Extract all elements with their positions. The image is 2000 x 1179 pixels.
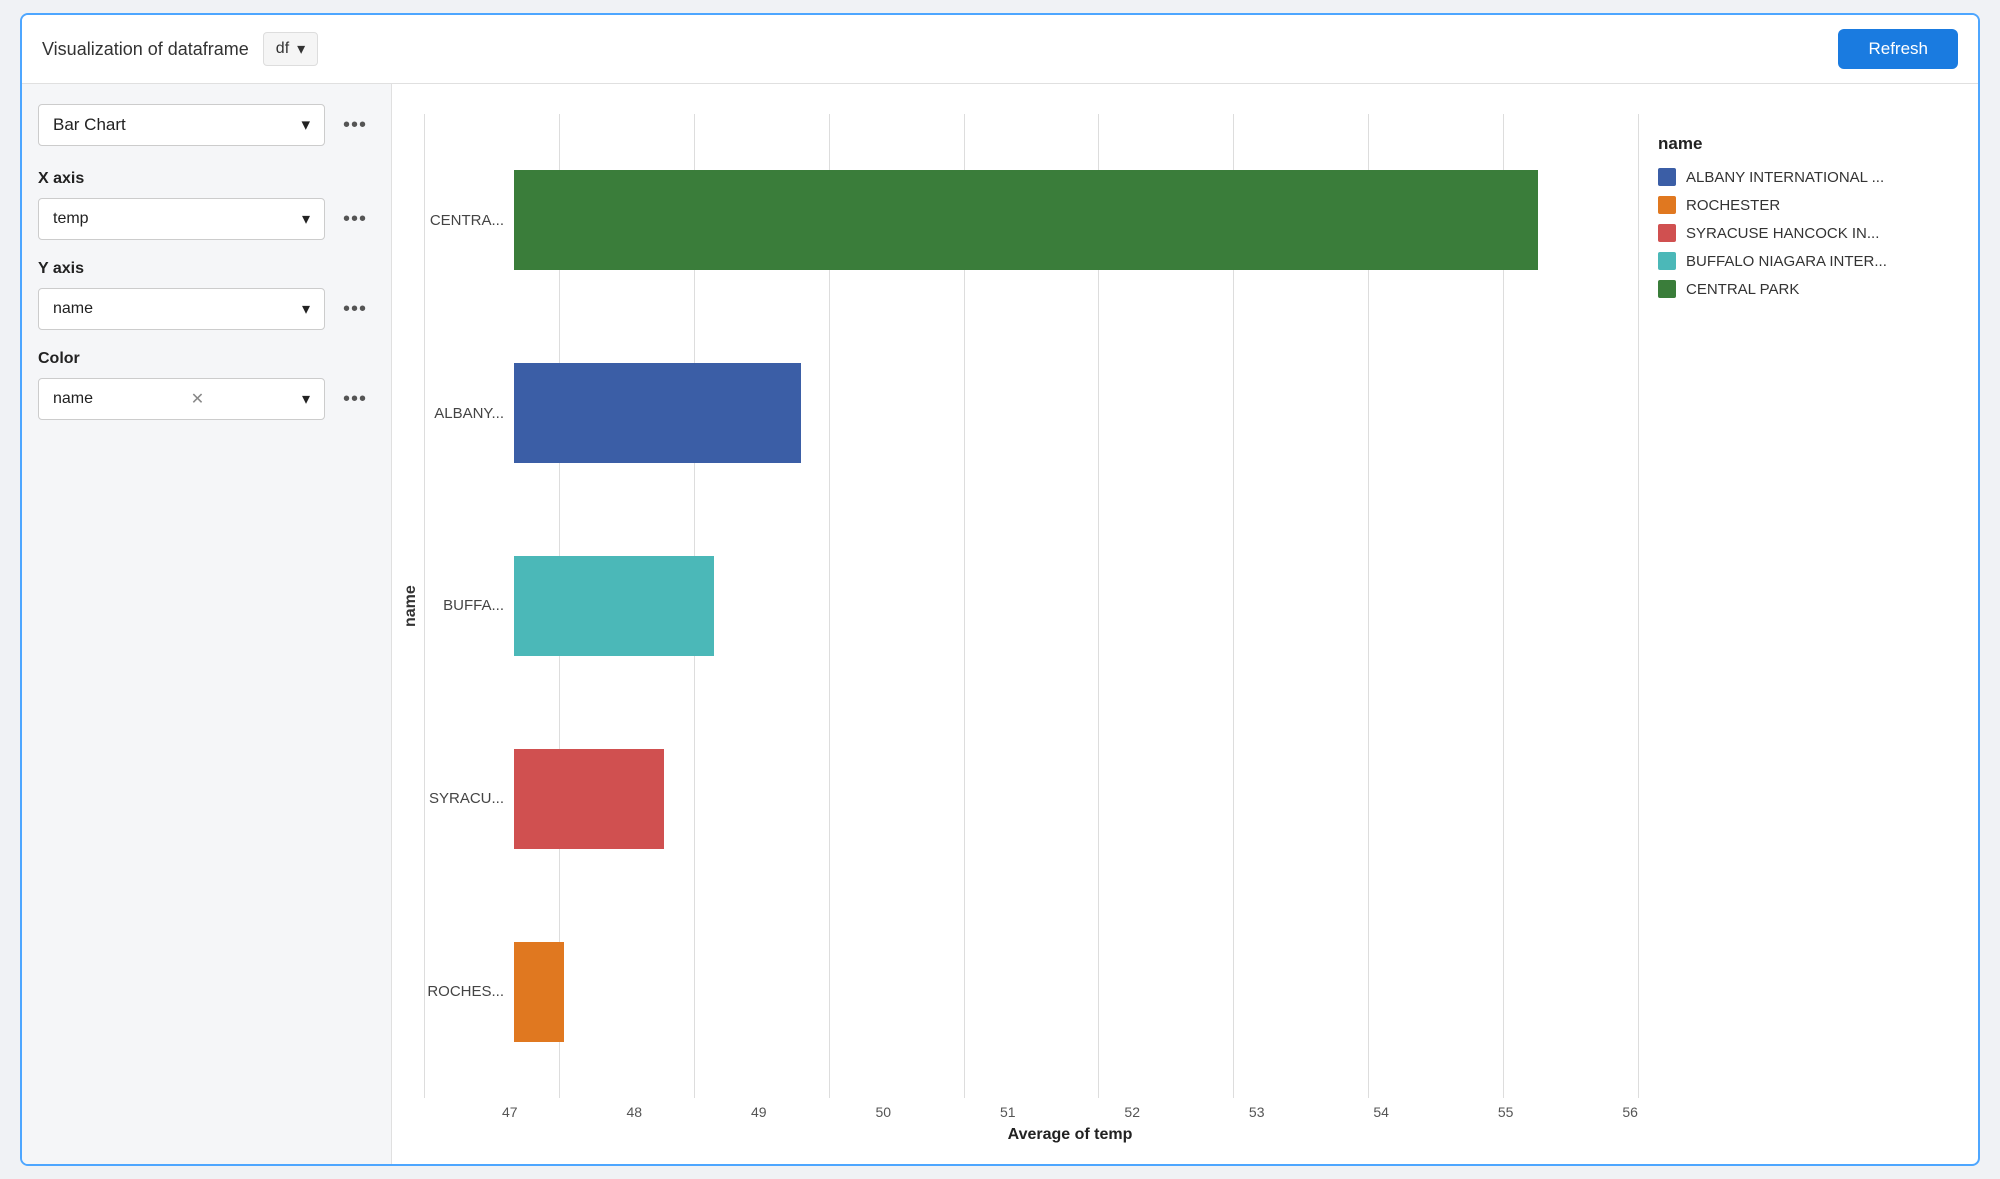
bar-label: SYRACU... — [424, 790, 514, 807]
bar-container — [514, 749, 1638, 849]
color-clear-button[interactable]: ✕ — [191, 389, 204, 409]
bar-row: SYRACU... — [424, 734, 1638, 864]
x-tick-label: 48 — [626, 1104, 642, 1120]
y-axis-select[interactable]: name ▾ — [38, 288, 325, 330]
x-axis-title: Average of temp — [502, 1126, 1638, 1144]
chart-inner: name CENTRA... ALBANY... BUFFA... SYRACU...… — [402, 114, 1638, 1098]
legend-item-label: BUFFALO NIAGARA INTER... — [1686, 253, 1887, 270]
bar-label: ALBANY... — [424, 405, 514, 422]
chart-body: name CENTRA... ALBANY... BUFFA... SYRACU...… — [402, 114, 1638, 1144]
bar-container — [514, 363, 1638, 463]
bar — [514, 749, 664, 849]
legend-item: ALBANY INTERNATIONAL ... — [1658, 168, 1938, 186]
bar-label: BUFFA... — [424, 597, 514, 614]
x-tick-label: 49 — [751, 1104, 767, 1120]
x-axis-options-button[interactable]: ••• — [335, 202, 375, 237]
main-layout: Bar Chart ▾ ••• X axis temp ▾ ••• Y axi — [22, 84, 1978, 1164]
chart-type-options-button[interactable]: ••• — [335, 108, 375, 143]
header: Visualization of dataframe df ▾ Refresh — [22, 15, 1978, 84]
color-options-button[interactable]: ••• — [335, 382, 375, 417]
chevron-down-icon: ▾ — [302, 209, 310, 229]
x-tick-label: 55 — [1498, 1104, 1514, 1120]
legend-item-label: CENTRAL PARK — [1686, 281, 1799, 298]
x-axis-row: temp ▾ ••• — [38, 198, 375, 240]
visualization-title: Visualization of dataframe — [42, 39, 249, 60]
bar — [514, 170, 1538, 270]
legend-item: CENTRAL PARK — [1658, 280, 1938, 298]
chart-plot: CENTRA... ALBANY... BUFFA... SYRACU... ROCHE… — [424, 114, 1638, 1098]
y-axis-options-button[interactable]: ••• — [335, 292, 375, 327]
bar — [514, 363, 801, 463]
legend-color-swatch — [1658, 168, 1676, 186]
x-tick-label: 50 — [875, 1104, 891, 1120]
bar-row: CENTRA... — [424, 155, 1638, 285]
bar-row: ALBANY... — [424, 348, 1638, 478]
y-axis-label: Y axis — [38, 260, 375, 278]
legend-item-label: SYRACUSE HANCOCK IN... — [1686, 225, 1879, 242]
chevron-down-icon: ▾ — [302, 389, 310, 409]
legend-color-swatch — [1658, 224, 1676, 242]
color-section: Color name ✕ ▾ ••• — [38, 350, 375, 420]
chart-area: name CENTRA... ALBANY... BUFFA... SYRACU...… — [392, 84, 1978, 1164]
chart-wrapper: name CENTRA... ALBANY... BUFFA... SYRACU...… — [402, 114, 1958, 1144]
color-value: name — [53, 390, 93, 408]
df-select-value: df — [276, 40, 289, 58]
y-axis-section: Y axis name ▾ ••• — [38, 260, 375, 330]
sidebar: Bar Chart ▾ ••• X axis temp ▾ ••• Y axi — [22, 84, 392, 1164]
legend-color-swatch — [1658, 252, 1676, 270]
x-tick-label: 53 — [1249, 1104, 1265, 1120]
chevron-down-icon: ▾ — [297, 39, 305, 59]
x-tick-label: 51 — [1000, 1104, 1016, 1120]
x-tick-label: 47 — [502, 1104, 518, 1120]
x-axis-section: X axis temp ▾ ••• — [38, 170, 375, 240]
x-axis-area: 47 48 49 50 51 52 53 54 55 56 — [502, 1098, 1638, 1120]
chevron-down-icon: ▾ — [302, 299, 310, 319]
bar-container — [514, 942, 1638, 1042]
app-container: Visualization of dataframe df ▾ Refresh … — [20, 13, 1980, 1166]
color-row: name ✕ ▾ ••• — [38, 378, 375, 420]
legend-item-label: ALBANY INTERNATIONAL ... — [1686, 169, 1884, 186]
y-axis-value: name — [53, 300, 93, 318]
bar-label: CENTRA... — [424, 212, 514, 229]
color-label: Color — [38, 350, 375, 368]
legend-item: ROCHESTER — [1658, 196, 1938, 214]
bar — [514, 942, 564, 1042]
legend-title: name — [1658, 134, 1938, 154]
x-tick-label: 52 — [1124, 1104, 1140, 1120]
legend-color-swatch — [1658, 196, 1676, 214]
legend-color-swatch — [1658, 280, 1676, 298]
bar-container — [514, 170, 1638, 270]
legend-item: BUFFALO NIAGARA INTER... — [1658, 252, 1938, 270]
legend: name ALBANY INTERNATIONAL ... ROCHESTER SY… — [1638, 114, 1958, 1144]
x-axis-select[interactable]: temp ▾ — [38, 198, 325, 240]
x-axis-value: temp — [53, 210, 89, 228]
x-tick-label: 54 — [1373, 1104, 1389, 1120]
x-tick-label: 56 — [1622, 1104, 1638, 1120]
legend-item-label: ROCHESTER — [1686, 197, 1780, 214]
refresh-button[interactable]: Refresh — [1838, 29, 1958, 69]
x-ticks: 47 48 49 50 51 52 53 54 55 56 — [502, 1098, 1638, 1120]
dataframe-select[interactable]: df ▾ — [263, 32, 318, 66]
legend-item: SYRACUSE HANCOCK IN... — [1658, 224, 1938, 242]
bar-row: ROCHES... — [424, 927, 1638, 1057]
bar-row: BUFFA... — [424, 541, 1638, 671]
chevron-down-icon: ▾ — [301, 115, 310, 135]
y-axis-title: name — [402, 114, 420, 1098]
bar-label: ROCHES... — [424, 983, 514, 1000]
color-select[interactable]: name ✕ ▾ — [38, 378, 325, 420]
bar — [514, 556, 714, 656]
y-axis-row: name ▾ ••• — [38, 288, 375, 330]
chart-type-row: Bar Chart ▾ ••• — [38, 104, 375, 146]
chart-type-select[interactable]: Bar Chart ▾ — [38, 104, 325, 146]
x-axis-label: X axis — [38, 170, 375, 188]
header-left: Visualization of dataframe df ▾ — [42, 32, 318, 66]
chart-type-value: Bar Chart — [53, 115, 126, 135]
bar-container — [514, 556, 1638, 656]
